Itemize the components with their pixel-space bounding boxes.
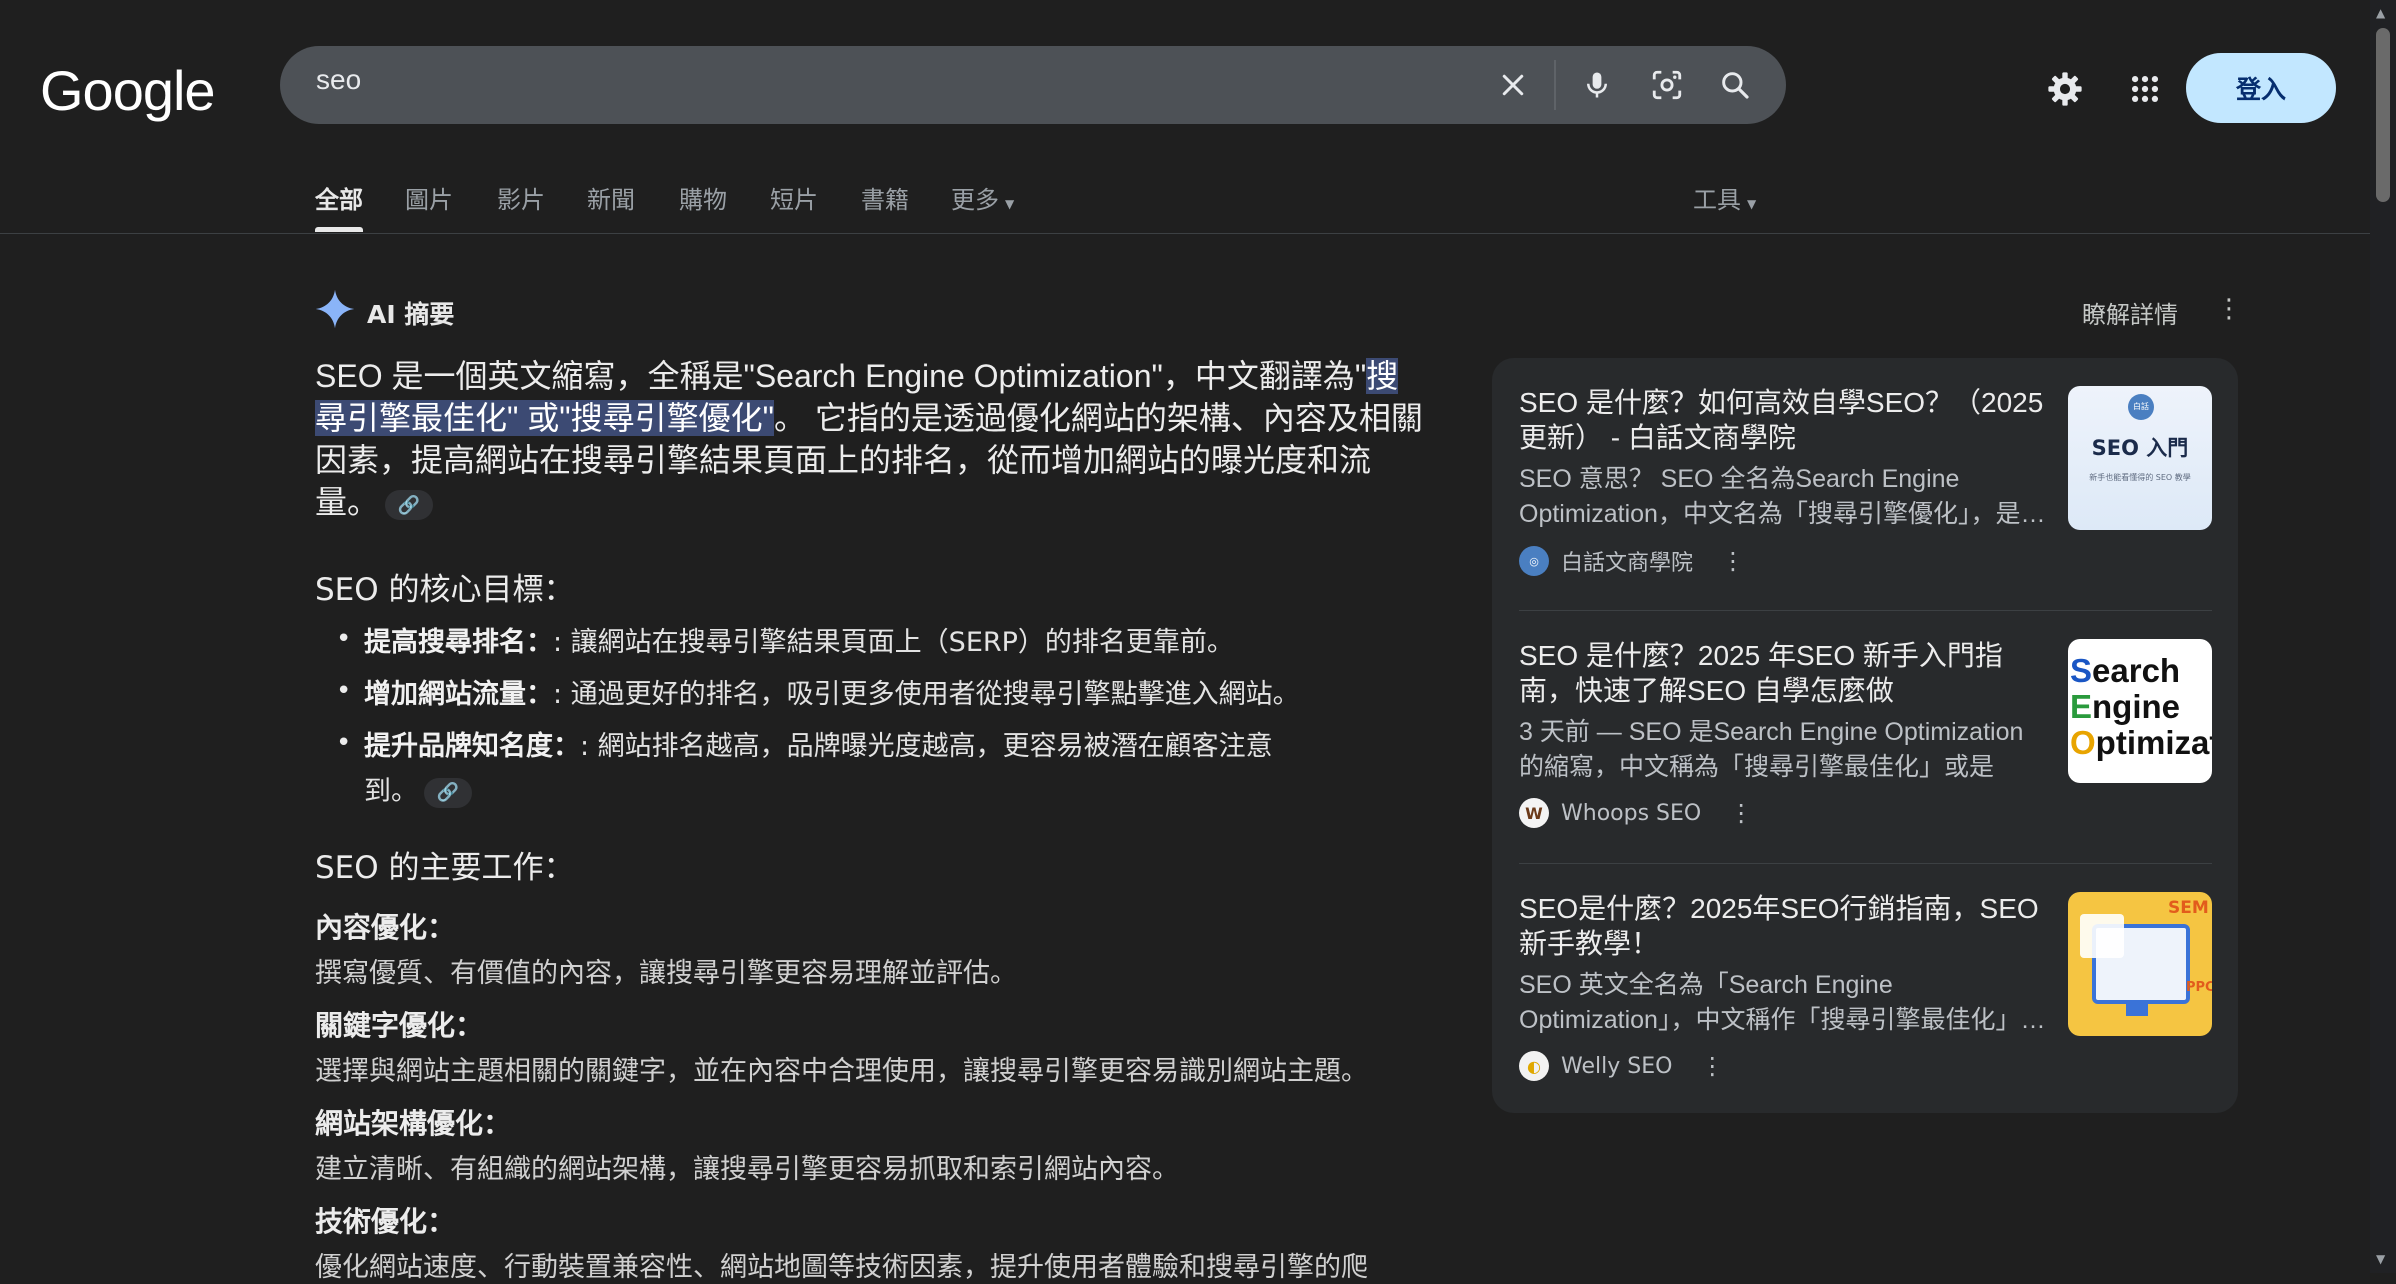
- work-item-text: 優化網站速度、行動裝置兼容性、網站地圖等技術因素，提升使用者體驗和搜尋引擎的爬: [315, 1252, 1368, 1283]
- goal-title: 增加網站流量：: [364, 679, 553, 710]
- tab-more-label: 更多: [951, 186, 999, 214]
- clear-icon[interactable]: [1490, 62, 1536, 108]
- source-divider: [1519, 610, 2212, 611]
- search-bar[interactable]: [280, 46, 1786, 124]
- tab-all[interactable]: 全部: [315, 180, 363, 215]
- source-divider: [1519, 863, 2212, 864]
- goal-item: 提升品牌知名度：: 網站排名越高，品牌曝光度越高，更容易被潛在顧客注意到。 🔗: [364, 724, 1324, 814]
- thumb-line-rest: ngine: [2092, 688, 2181, 725]
- goal-text: : 讓網站在搜尋引擎結果頁面上（SERP）的排名更靠前。: [553, 627, 1234, 658]
- source-site-name: 白話文商學院: [1561, 551, 1694, 576]
- more-options-icon[interactable]: ⋮: [1700, 1052, 1724, 1080]
- source-snippet: SEO 意思？ SEO 全名為Search Engine Optimizatio…: [1519, 465, 2046, 528]
- chevron-down-icon: ▼: [1005, 197, 1015, 211]
- thumb-line-rest: earch: [2092, 652, 2181, 689]
- source-site-row: ◐ Welly SEO ⋮: [1519, 1051, 1724, 1081]
- source-title[interactable]: SEO 是什麼？如何高效自學SEO？（2025 更新） - 白話文商學院: [1519, 385, 2049, 455]
- thumb-sem-label: SEM: [2168, 898, 2209, 918]
- ai-overview-intro: SEO 是一個英文縮寫，全稱是"Search Engine Optimizati…: [315, 355, 1425, 523]
- camera-lens-icon[interactable]: [1644, 62, 1690, 108]
- search-icon[interactable]: [1712, 62, 1758, 108]
- bullet-dot: •: [336, 676, 352, 706]
- active-tab-indicator: [315, 227, 363, 232]
- scroll-down-arrow-icon[interactable]: ▼: [2376, 1252, 2385, 1266]
- thumb-title: SEO 入門: [2091, 436, 2189, 460]
- link-icon[interactable]: 🔗: [424, 777, 472, 808]
- goal-text: : 通過更好的排名，吸引更多使用者從搜尋引擎點擊進入網站。: [553, 679, 1300, 710]
- scrollbar-thumb[interactable]: [2376, 28, 2390, 202]
- thumb-line: Engine: [2070, 688, 2181, 725]
- learn-more-link[interactable]: 瞭解詳情: [2082, 295, 2178, 330]
- more-options-icon[interactable]: ⋮: [2216, 294, 2242, 324]
- source-thumbnail[interactable]: Search Engine Optimizat: [2068, 639, 2212, 783]
- work-item-title: 網站架構優化：: [315, 1107, 512, 1140]
- work-item-text: 建立清晰、有組織的網站架構，讓搜尋引擎更容易抓取和索引網站內容。: [315, 1154, 1179, 1185]
- more-options-icon[interactable]: ⋮: [1721, 547, 1745, 575]
- tab-shopping[interactable]: 購物: [679, 180, 727, 215]
- ai-overview-label: AI 摘要: [367, 300, 455, 329]
- source-snippet: 3 天前 — SEO 是Search Engine Optimization 的…: [1519, 718, 2024, 781]
- source-thumbnail[interactable]: SEM PPC: [2068, 892, 2212, 1036]
- tab-videos[interactable]: 影片: [497, 180, 545, 215]
- thumb-line-rest: ptimizat: [2095, 724, 2212, 761]
- work-item-text: 選擇與網站主題相關的關鍵字，並在內容中合理使用，讓搜尋引擎更容易識別網站主題。: [315, 1056, 1368, 1087]
- apps-grid-icon[interactable]: [2120, 64, 2170, 114]
- tools-label: 工具: [1693, 186, 1741, 214]
- tab-books[interactable]: 書籍: [861, 180, 909, 215]
- settings-gear-icon[interactable]: [2040, 64, 2090, 114]
- bullet-dot: •: [336, 728, 352, 758]
- scroll-up-arrow-icon[interactable]: ▲: [2376, 6, 2385, 20]
- google-logo[interactable]: Google: [40, 58, 216, 123]
- goal-title: 提高搜尋排名：: [364, 627, 553, 658]
- source-site-row: W Whoops SEO ⋮: [1519, 798, 1753, 828]
- link-icon[interactable]: 🔗: [385, 489, 434, 520]
- source-title[interactable]: SEO是什麼？2025年SEO行銷指南，SEO 新手教學！: [1519, 891, 2049, 961]
- work-item-title: 關鍵字優化：: [315, 1009, 484, 1042]
- source-snippet: SEO 英文全名為「Search Engine Optimization」，中文…: [1519, 971, 2046, 1034]
- tab-news[interactable]: 新聞: [587, 180, 635, 215]
- source-site-name: Whoops SEO: [1561, 800, 1702, 826]
- thumb-subtitle: 新手也能看懂得的 SEO 教學: [2089, 473, 2191, 482]
- microphone-icon[interactable]: [1574, 62, 1620, 108]
- work-heading: SEO 的主要工作：: [315, 850, 575, 886]
- gemini-sparkle-icon: [314, 288, 356, 334]
- source-site-row: ◎ 白話文商學院 ⋮: [1519, 545, 1745, 577]
- work-item-title: 技術優化：: [315, 1205, 456, 1238]
- favicon-icon: W: [1519, 798, 1549, 828]
- source-site-name: Welly SEO: [1561, 1053, 1673, 1079]
- intro-text-a: SEO 是一個英文縮寫，全稱是"Search Engine Optimizati…: [315, 358, 1367, 394]
- work-item-text: 撰寫優質、有價值的內容，讓搜尋引擎更容易理解並評估。: [315, 958, 1017, 989]
- tab-shorts[interactable]: 短片: [770, 180, 818, 215]
- work-item-title: 內容優化：: [315, 911, 456, 944]
- source-title[interactable]: SEO 是什麼？2025 年SEO 新手入門指南，快速了解SEO 自學怎麼做: [1519, 638, 2049, 708]
- thumb-ppc-label: PPC: [2186, 980, 2212, 995]
- goal-title: 提升品牌知名度：: [364, 731, 580, 762]
- tab-images[interactable]: 圖片: [405, 180, 453, 215]
- goals-heading: SEO 的核心目標：: [315, 572, 575, 608]
- tools-button[interactable]: 工具 ▼: [1693, 180, 1756, 215]
- favicon-icon: ◐: [1519, 1051, 1549, 1081]
- chevron-down-icon: ▼: [1747, 197, 1757, 211]
- more-options-icon[interactable]: ⋮: [1729, 799, 1753, 827]
- goal-item: 提高搜尋排名：: 讓網站在搜尋引擎結果頁面上（SERP）的排名更靠前。: [364, 620, 1314, 665]
- tabs-divider: [0, 233, 2370, 234]
- bullet-dot: •: [336, 624, 352, 654]
- sign-in-button[interactable]: 登入: [2186, 53, 2336, 123]
- search-input[interactable]: seo: [316, 64, 361, 96]
- thumb-card: [2080, 914, 2124, 958]
- thumb-line: Search: [2070, 652, 2181, 689]
- goal-item: 增加網站流量：: 通過更好的排名，吸引更多使用者從搜尋引擎點擊進入網站。: [364, 672, 1314, 717]
- source-thumbnail[interactable]: 白話 SEO 入門 新手也能看懂得的 SEO 教學: [2068, 386, 2212, 530]
- tab-more[interactable]: 更多 ▼: [951, 180, 1014, 215]
- favicon-icon: ◎: [1519, 546, 1549, 576]
- thumb-badge: 白話: [2128, 394, 2154, 420]
- search-separator: [1554, 60, 1556, 110]
- thumb-monitor-stand: [2126, 1002, 2148, 1016]
- thumb-line: Optimizat: [2070, 725, 2212, 761]
